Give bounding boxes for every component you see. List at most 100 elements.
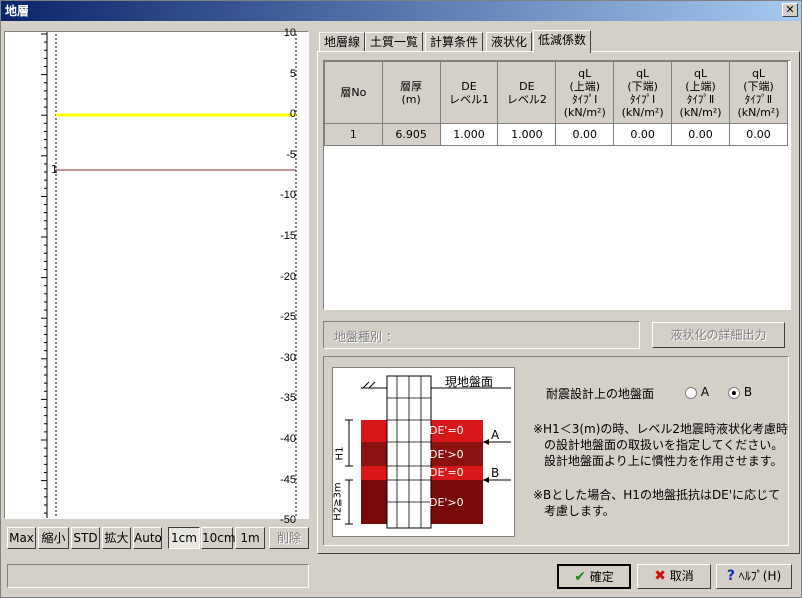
ground-type-label: 地盤種別 ： [334, 330, 398, 344]
layer-label-3: DE'=0 [429, 466, 464, 479]
h1-label: H1 [334, 446, 346, 461]
cell-ql-top-type2[interactable]: 0.00 [671, 123, 730, 146]
y-tick-label: -35 [280, 392, 296, 405]
col-header-de-level2: DE レベル2 [497, 61, 557, 124]
note-line-3: 設計地盤面より上に慣性力を作用させます。 [544, 454, 783, 468]
tab-strata-line[interactable]: 地層線 [319, 32, 366, 52]
scale-10cm-button[interactable]: 10cm [201, 527, 236, 549]
y-tick-label: 5 [289, 67, 296, 80]
header-text-line: (上端) [685, 79, 716, 93]
layer-label-2: DE'>0 [429, 448, 464, 461]
y-tick-label: 0 [289, 108, 296, 121]
ground-diagram-svg [345, 375, 511, 529]
layer-label-1: DE'=0 [429, 424, 464, 437]
header-text-line: qL [636, 66, 650, 80]
cell-thickness[interactable]: 6.905 [381, 123, 441, 146]
header-text-line: (kN/m²) [737, 105, 780, 119]
y-tick-label: -45 [280, 473, 296, 486]
label-a: A [491, 428, 500, 442]
radio-option-a[interactable]: A [685, 385, 709, 399]
header-text-line: (下端) [627, 79, 658, 93]
header-text-line: (kN/m²) [563, 105, 606, 119]
y-tick-label: -5 [286, 148, 296, 161]
header-text-line: ﾀｲﾌﾟⅠ [630, 92, 656, 106]
header-text-line: qL [578, 66, 592, 80]
note-line-2: の設計地盤面の取扱いを指定してください。 [544, 438, 784, 452]
tab-soil-list[interactable]: 土質一覧 [365, 32, 424, 52]
help-button[interactable]: ? ﾍﾙﾌﾟ(H) [716, 564, 792, 589]
y-tick-label: -40 [280, 433, 296, 445]
delete-button[interactable]: 削除 [269, 527, 309, 549]
header-text-line: 層厚 [400, 79, 423, 93]
row-header-1[interactable]: 1 [324, 123, 383, 146]
layer-table[interactable]: 層No 層厚 (m) DE レベル1 DE レベル2 qL (上端) ﾀｲﾌﾟⅠ (kN/m… [323, 60, 791, 310]
header-text-line: レベル1 [449, 92, 490, 106]
cell-ql-top-type1[interactable]: 0.00 [555, 123, 615, 146]
cell-de-level1[interactable]: 1.000 [439, 123, 499, 146]
col-header-ql-bottom-type1: qL (下端) ﾀｲﾌﾟⅠ (kN/m²) [613, 61, 673, 124]
header-text-line: ﾀｲﾌﾟⅡ [686, 92, 715, 106]
cell-de-level2[interactable]: 1.000 [497, 123, 557, 146]
y-tick-label: -25 [280, 311, 296, 324]
cancel-button[interactable]: ✖ 取消 [637, 564, 711, 589]
help-button-label: ﾍﾙﾌﾟ(H) [738, 569, 782, 583]
scale-1cm-button[interactable]: 1cm [168, 527, 200, 549]
check-icon: ✔ [574, 569, 586, 585]
header-text-line: ﾀｲﾌﾟⅡ [744, 92, 773, 106]
col-header-layer-no: 層No [324, 61, 383, 124]
col-header-de-level1: DE レベル1 [439, 61, 499, 124]
depth-plot[interactable]: 10 5 0 -5 -10 -15 -20 -25 -30 -35 -40 -45 -50 1 [4, 27, 309, 526]
cancel-button-label: 取消 [669, 569, 694, 583]
ground-surface-label: 現地盤面 [445, 375, 494, 389]
col-header-thickness: 層厚 (m) [381, 61, 441, 124]
header-text-line: (kN/m²) [621, 105, 664, 119]
layer-marker: 1 [51, 163, 58, 176]
header-text-line: (kN/m²) [679, 105, 722, 119]
header-text-line: レベル2 [506, 92, 547, 106]
header-text-line: qL [751, 66, 766, 80]
label-b: B [491, 466, 500, 480]
scale-1m-button[interactable]: 1m [235, 527, 265, 549]
radio-b-circle[interactable] [728, 386, 740, 399]
col-header-ql-top-type1: qL (上端) ﾀｲﾌﾟⅠ (kN/m²) [555, 61, 615, 124]
y-tick-label: 10 [283, 27, 296, 39]
liquefaction-detail-button[interactable]: 液状化の詳細出力 [652, 322, 785, 348]
y-tick-label: -50 [280, 514, 296, 527]
tab-liquefaction[interactable]: 液状化 [486, 32, 533, 52]
col-header-ql-bottom-type2: qL (下端) ﾀｲﾌﾟⅡ (kN/m²) [729, 61, 788, 124]
cell-ql-bottom-type1[interactable]: 0.00 [613, 123, 673, 146]
std-button[interactable]: STD [71, 527, 100, 549]
header-text-line: (下端) [743, 79, 774, 93]
y-tick-label: -10 [280, 189, 296, 202]
layer-label-4: DE'>0 [429, 496, 464, 509]
radio-a-circle[interactable] [685, 386, 697, 399]
header-text-line: (上端) [569, 79, 601, 93]
tab-calc-conditions[interactable]: 計算条件 [425, 32, 484, 52]
max-button[interactable]: Max [7, 527, 36, 549]
ground-diagram: 現地盤面 DE'=0 DE'>0 DE'=0 DE'>0 A B H1 H2≧3… [332, 367, 515, 537]
y-tick-label: -30 [280, 351, 296, 364]
auto-button[interactable]: Auto [133, 527, 162, 549]
h2-label: H2≧3m [332, 482, 344, 521]
window-title: 地層 [5, 4, 30, 18]
design-surface-label: 耐震設計上の地盤面 [546, 387, 655, 401]
radio-option-b[interactable]: B [728, 385, 752, 399]
radio-b-label: B [743, 385, 753, 399]
header-text-line: (m) [401, 92, 421, 106]
title-bar: 地層 ✕ [1, 1, 801, 21]
dialog-window: 地層 ✕ 10 5 0 -5 -10 -15 -20 -25 -30 -35 -40 -45 -50 1… [0, 0, 802, 598]
header-text-line: DE [519, 79, 535, 93]
help-icon: ? [726, 568, 735, 584]
header-text-line: qL [693, 66, 708, 80]
ok-button[interactable]: ✔ 確定 [557, 564, 631, 589]
tab-reduction-coefficient[interactable]: 低減係数 [533, 30, 592, 53]
enlarge-button[interactable]: 拡大 [102, 527, 131, 549]
header-text-line: 層No [340, 86, 367, 99]
ok-button-label: 確定 [589, 570, 614, 584]
cell-ql-bottom-type2[interactable]: 0.00 [729, 123, 788, 146]
y-tick-label: -15 [280, 230, 296, 242]
shrink-button[interactable]: 縮小 [38, 527, 69, 549]
y-tick-label: -20 [280, 270, 296, 283]
close-button[interactable]: ✕ [782, 3, 798, 17]
col-header-ql-top-type2: qL (上端) ﾀｲﾌﾟⅡ (kN/m²) [671, 61, 730, 124]
